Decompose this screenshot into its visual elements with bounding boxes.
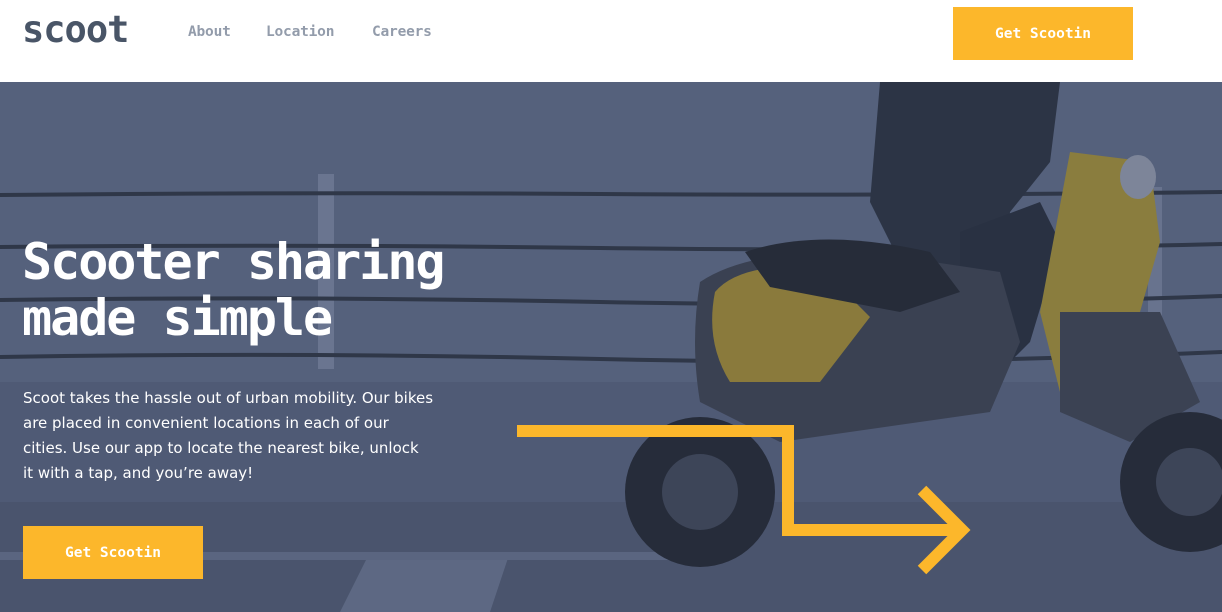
nav-link-about[interactable]: About [188,24,234,40]
hero-title-line-1: Scooter sharing [22,233,446,291]
hero-description: Scoot takes the hassle out of urban mobi… [23,389,434,482]
logo[interactable]: scoot [22,8,129,51]
site-header: scoot About Location Careers Get Scootin [0,0,1222,82]
nav-link-location[interactable]: Location [266,24,340,40]
hero-title: Scooter sharing made simple [22,234,582,346]
header-get-scootin-button[interactable]: Get Scootin [953,7,1133,60]
hero-title-line-2: made simple [22,289,333,347]
main-nav: About Location Careers [188,24,464,40]
arrow-right-icon [517,425,971,575]
hero-section: Scooter sharing made simple Scoot takes … [0,82,1222,612]
hero-get-scootin-button[interactable]: Get Scootin [23,526,203,579]
nav-link-careers[interactable]: Careers [372,24,432,40]
